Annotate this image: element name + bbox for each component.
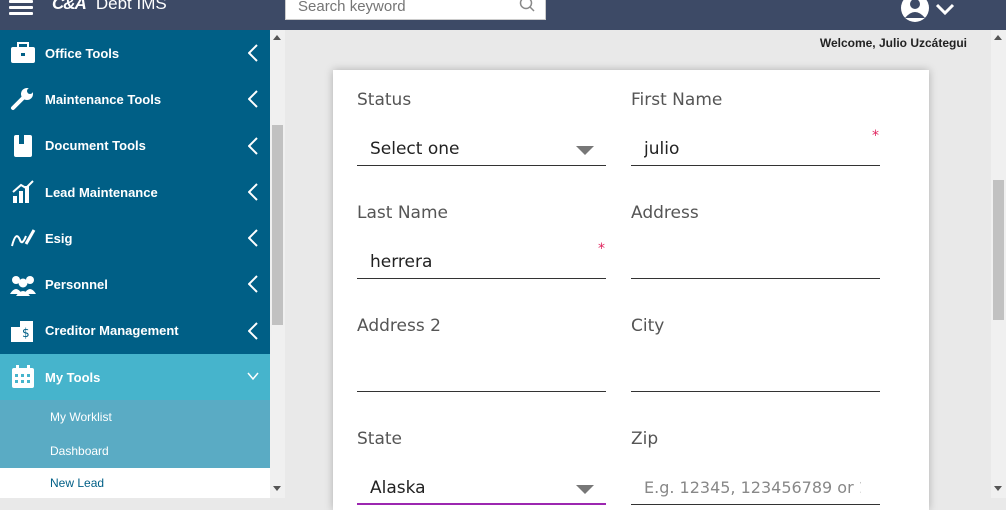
submenu-item-my-worklist[interactable]: My Worklist: [0, 400, 270, 434]
first-name-field: First Name *: [631, 90, 880, 166]
chevron-left-icon: [248, 229, 258, 247]
sidebar-item-office-tools[interactable]: Office Tools: [0, 30, 270, 76]
wrench-icon: [10, 88, 33, 111]
zip-field: Zip: [631, 429, 880, 505]
first-name-label: First Name: [631, 90, 723, 110]
status-select[interactable]: [357, 134, 606, 166]
scrollbar-thumb[interactable]: [272, 125, 283, 325]
address2-input-wrap: [357, 360, 606, 392]
hamburger-menu-icon[interactable]: [9, 0, 33, 15]
logo-mark: C&A: [52, 0, 87, 13]
user-account-icon[interactable]: [900, 0, 960, 24]
sidebar-item-label: Office Tools: [45, 45, 120, 61]
sidebar-item-document-tools[interactable]: Document Tools: [0, 123, 270, 169]
calendar-icon: [11, 365, 34, 389]
scroll-up-arrow[interactable]: [273, 35, 281, 40]
state-label: State: [357, 429, 402, 449]
required-asterisk: *: [872, 128, 879, 144]
chevron-left-icon: [248, 44, 258, 62]
sidebar-item-label: Personnel: [45, 277, 108, 293]
sidebar-item-label: Lead Maintenance: [45, 184, 158, 200]
sidebar-item-label: My Tools: [45, 369, 101, 385]
lead-form-card: Status First Name * Last Name * Address: [333, 70, 929, 510]
address-input-wrap: [631, 247, 880, 279]
search-input[interactable]: [286, 0, 506, 19]
search-box: [285, 0, 546, 20]
last-name-input[interactable]: [357, 247, 587, 277]
briefcase-icon: [10, 42, 35, 64]
last-name-label: Last Name: [357, 203, 448, 223]
first-name-input-wrap: *: [631, 128, 880, 166]
address-field: Address: [631, 203, 880, 279]
required-asterisk: *: [598, 241, 605, 257]
scroll-down-arrow[interactable]: [273, 486, 281, 491]
dropdown-caret-icon: [576, 485, 594, 494]
zip-input-wrap: [631, 473, 880, 505]
sidebar-item-lead-maintenance[interactable]: Lead Maintenance: [0, 169, 270, 215]
chevron-down-icon: [247, 372, 259, 381]
city-input-wrap: [631, 360, 880, 392]
last-name-field: Last Name *: [357, 203, 606, 279]
chevron-left-icon: [248, 136, 258, 155]
app-name: Debt IMS: [95, 0, 167, 13]
people-icon: [9, 275, 36, 296]
search-icon[interactable]: [519, 0, 535, 12]
bar-chart-icon: [11, 180, 34, 204]
main-scrollbar[interactable]: [991, 30, 1006, 498]
sidebar-item-label: Esig: [45, 230, 73, 246]
sidebar-item-my-tools[interactable]: My Tools: [0, 354, 270, 401]
chevron-left-icon: [248, 275, 258, 294]
sidebar-item-label: Creditor Management: [45, 323, 179, 339]
scroll-down-arrow[interactable]: [994, 486, 1002, 491]
status-label: Status: [357, 90, 412, 110]
welcome-text: Welcome, Julio Uzcátegui: [819, 36, 967, 50]
signature-icon: [10, 229, 35, 247]
city-input[interactable]: [631, 360, 861, 390]
chevron-left-icon: [248, 90, 258, 109]
first-name-input[interactable]: [631, 134, 861, 164]
app-logo[interactable]: C&A Debt IMS: [52, 0, 167, 14]
main-content: Welcome, Julio Uzcátegui Status First Na…: [285, 30, 991, 510]
status-field: Status: [357, 90, 606, 166]
scroll-up-arrow[interactable]: [994, 35, 1002, 40]
state-field: State: [357, 429, 606, 505]
city-field: City: [631, 316, 880, 392]
address-label: Address: [631, 203, 699, 223]
sidebar-item-label: Maintenance Tools: [45, 91, 162, 107]
submenu-item-new-lead[interactable]: New Lead: [0, 468, 270, 498]
my-tools-submenu: My Worklist Dashboard New Lead: [0, 400, 270, 498]
scrollbar-thumb[interactable]: [993, 180, 1004, 320]
sidebar-item-label: Document Tools: [45, 138, 146, 154]
building-icon: $: [10, 320, 33, 342]
state-select-value[interactable]: [357, 473, 587, 503]
zip-label: Zip: [631, 429, 659, 449]
sidebar-item-creditor-management[interactable]: $ Creditor Management: [0, 308, 270, 354]
address2-label: Address 2: [357, 316, 441, 336]
top-bar: C&A Debt IMS: [0, 0, 1006, 30]
city-label: City: [631, 316, 665, 336]
svg-text:$: $: [22, 326, 30, 340]
sidebar: Office Tools Maintenance Tools Document …: [0, 30, 270, 498]
last-name-input-wrap: *: [357, 241, 606, 279]
zip-input[interactable]: [631, 473, 861, 503]
book-icon: [13, 134, 32, 157]
address-input[interactable]: [631, 247, 861, 277]
sidebar-item-esig[interactable]: Esig: [0, 215, 270, 261]
submenu-item-dashboard[interactable]: Dashboard: [0, 434, 270, 468]
chevron-left-icon: [248, 183, 258, 201]
status-select-value[interactable]: [357, 134, 587, 164]
address2-field: Address 2: [357, 316, 606, 392]
dropdown-caret-icon: [576, 146, 594, 155]
state-select[interactable]: [357, 473, 606, 505]
address2-input[interactable]: [357, 360, 587, 390]
sidebar-item-personnel[interactable]: Personnel: [0, 261, 270, 307]
chevron-left-icon: [248, 322, 258, 340]
sidebar-item-maintenance-tools[interactable]: Maintenance Tools: [0, 76, 270, 122]
sidebar-scrollbar[interactable]: [270, 30, 285, 498]
